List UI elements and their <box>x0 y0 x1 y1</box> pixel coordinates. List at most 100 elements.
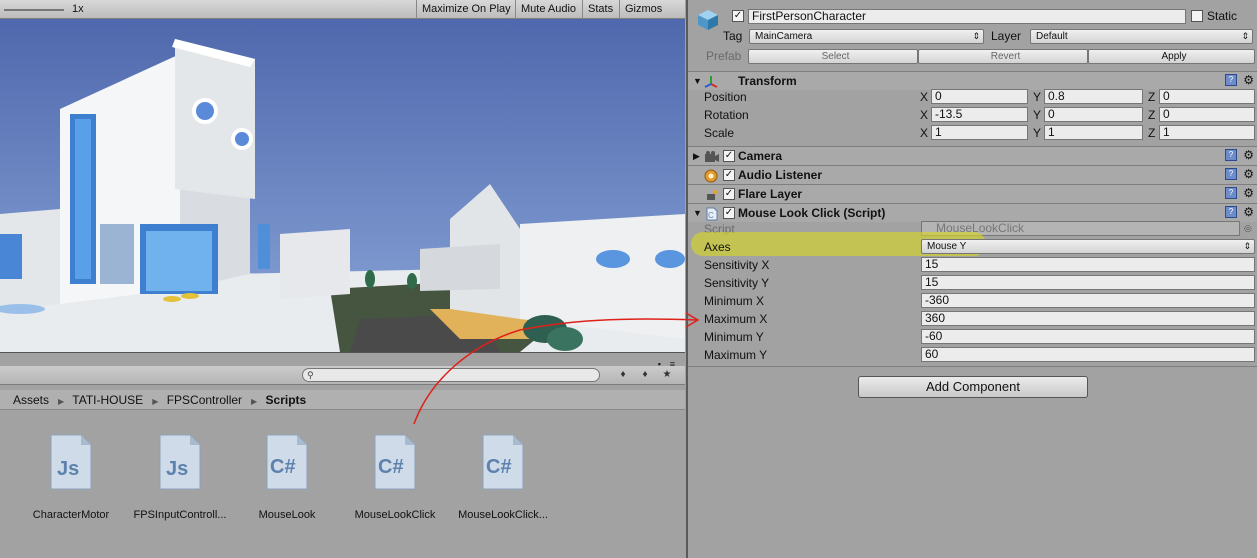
svg-text:C: C <box>708 211 714 220</box>
project-search-input[interactable]: ⚲ <box>302 368 600 382</box>
maximize-on-play-button[interactable]: Maximize On Play <box>416 0 516 19</box>
mute-audio-button[interactable]: Mute Audio <box>515 0 581 19</box>
asset-item-mouselook[interactable]: C# MouseLook <box>232 433 342 521</box>
audio-listener-header[interactable]: ✓ Audio Listener ? ⚙ <box>688 165 1257 184</box>
asset-label: MouseLookClick <box>354 509 436 521</box>
script-icon: C <box>706 207 718 221</box>
prefab-select-button[interactable]: Select <box>748 49 918 64</box>
chevron-right-icon: ▶ <box>58 397 65 406</box>
position-z-field[interactable]: 0 <box>1159 89 1255 104</box>
stats-button[interactable]: Stats <box>582 0 618 19</box>
panel-menu-icon[interactable]: ≡ <box>670 359 675 369</box>
dropdown-arrow-icon: ⇕ <box>1241 31 1249 41</box>
position-x-field[interactable]: 0 <box>931 89 1028 104</box>
prefab-revert-button[interactable]: Revert <box>918 49 1088 64</box>
gameobject-cube-icon <box>698 10 718 30</box>
gear-icon[interactable]: ⚙ <box>1243 148 1254 162</box>
help-book-icon[interactable]: ? <box>1225 187 1237 199</box>
lock-icon[interactable]: ▪ <box>658 359 661 369</box>
asset-item-charactermotor[interactable]: Js CharacterMotor <box>16 433 126 521</box>
rotation-y-field[interactable]: 0 <box>1044 107 1143 122</box>
position-y-field[interactable]: 0.8 <box>1044 89 1143 104</box>
scale-x-field[interactable]: 1 <box>931 125 1028 140</box>
minimum-y-field[interactable]: -60 <box>921 329 1255 344</box>
camera-enabled-checkbox[interactable]: ✓ <box>723 150 735 162</box>
breadcrumb-item-assets[interactable]: Assets <box>13 393 49 407</box>
breadcrumb-item-scripts[interactable]: Scripts <box>266 393 307 407</box>
x-label: X <box>920 108 929 122</box>
transform-axes-icon <box>704 76 718 88</box>
project-toolbar: ⚲ ♦ ♦ ★ <box>0 366 685 385</box>
foldout-open-icon[interactable]: ▼ <box>693 76 702 86</box>
mouse-look-click-enabled-checkbox[interactable]: ✓ <box>723 207 735 219</box>
scale-y-field[interactable]: 1 <box>1044 125 1143 140</box>
gear-icon[interactable]: ⚙ <box>1243 205 1254 219</box>
layer-dropdown[interactable]: Default ⇕ <box>1030 29 1253 44</box>
asset-item-mouselookclick[interactable]: C# MouseLookClick <box>340 433 450 521</box>
object-picker-icon[interactable]: ◎ <box>1244 223 1252 234</box>
mouse-look-click-header[interactable]: ▼ C ✓ Mouse Look Click (Script) ? ⚙ <box>688 203 1257 222</box>
svg-text:Js: Js <box>57 458 79 480</box>
axes-dropdown[interactable]: Mouse Y ⇕ <box>921 239 1255 254</box>
help-book-icon[interactable]: ? <box>1225 74 1237 86</box>
gear-icon[interactable]: ⚙ <box>1243 167 1254 181</box>
static-checkbox[interactable] <box>1191 10 1203 22</box>
asset-item-fpsinputcontroller[interactable]: Js FPSInputControll... <box>125 433 235 521</box>
rotation-label: Rotation <box>704 108 749 122</box>
asset-item-mouselookclick-2[interactable]: C# MouseLookClick... <box>448 433 558 521</box>
z-label: Z <box>1148 126 1156 140</box>
csharp-file-icon: C# <box>266 434 308 490</box>
js-file-icon: Js <box>159 434 201 490</box>
flare-layer-enabled-checkbox[interactable]: ✓ <box>723 188 735 200</box>
breadcrumb-item-fpscontroller[interactable]: FPSController <box>167 393 242 407</box>
gear-icon[interactable]: ⚙ <box>1243 73 1254 87</box>
scale-label: 1x <box>72 3 84 15</box>
tag-value: MainCamera <box>755 31 813 42</box>
sensitivity-x-label: Sensitivity X <box>704 258 770 272</box>
gizmos-dropdown[interactable]: Gizmos <box>619 0 667 19</box>
layer-value: Default <box>1036 31 1068 42</box>
help-book-icon[interactable]: ? <box>1225 206 1237 218</box>
game-view[interactable]: 1x Maximize On Play Mute Audio Stats Giz… <box>0 0 685 352</box>
rotation-x-field[interactable]: -13.5 <box>931 107 1028 122</box>
help-book-icon[interactable]: ? <box>1225 168 1237 180</box>
scale-z-field[interactable]: 1 <box>1159 125 1255 140</box>
favorite-star-icon[interactable]: ★ <box>659 368 675 382</box>
flare-layer-header[interactable]: ✓ Flare Layer ? ⚙ <box>688 184 1257 203</box>
audio-listener-enabled-checkbox[interactable]: ✓ <box>723 169 735 181</box>
asset-label: MouseLook <box>258 509 316 521</box>
audio-listener-title: Audio Listener <box>738 168 823 182</box>
transform-header[interactable]: ▼ Transform ? ⚙ <box>688 71 1257 90</box>
sensitivity-y-field[interactable]: 15 <box>921 275 1255 290</box>
x-label: X <box>920 90 929 104</box>
gear-icon[interactable]: ⚙ <box>1243 186 1254 200</box>
maximum-x-field[interactable]: 360 <box>921 311 1255 326</box>
svg-text:C#: C# <box>486 456 512 478</box>
inspector-panel: ✓ FirstPersonCharacter Static Tag MainCa… <box>686 0 1257 558</box>
y-label: Y <box>1033 108 1042 122</box>
help-book-icon[interactable]: ? <box>1225 149 1237 161</box>
position-label: Position <box>704 90 747 104</box>
gameobject-active-checkbox[interactable]: ✓ <box>732 10 744 22</box>
axes-label: Axes <box>704 240 731 254</box>
maximum-y-field[interactable]: 60 <box>921 347 1255 362</box>
maximum-x-label: Maximum X <box>704 312 768 326</box>
prefab-apply-button[interactable]: Apply <box>1088 49 1255 64</box>
minimum-x-label: Minimum X <box>704 294 765 308</box>
object-name-field[interactable]: FirstPersonCharacter <box>748 9 1186 24</box>
asset-label: CharacterMotor <box>32 509 110 521</box>
svg-text:Js: Js <box>166 458 188 480</box>
filter-by-type-icon[interactable]: ♦ <box>615 368 631 382</box>
minimum-x-field[interactable]: -360 <box>921 293 1255 308</box>
axes-value: Mouse Y <box>927 241 967 252</box>
rotation-z-field[interactable]: 0 <box>1159 107 1255 122</box>
tag-dropdown[interactable]: MainCamera ⇕ <box>749 29 984 44</box>
foldout-open-icon[interactable]: ▼ <box>693 208 702 218</box>
add-component-button[interactable]: Add Component <box>858 376 1088 398</box>
breadcrumb-item-tati-house[interactable]: TATI-HOUSE <box>72 393 143 407</box>
camera-header[interactable]: ▶ ✓ Camera ? ⚙ <box>688 146 1257 165</box>
foldout-closed-icon[interactable]: ▶ <box>693 151 700 162</box>
scale-slider[interactable] <box>4 9 64 11</box>
filter-by-label-icon[interactable]: ♦ <box>637 368 653 382</box>
sensitivity-x-field[interactable]: 15 <box>921 257 1255 272</box>
